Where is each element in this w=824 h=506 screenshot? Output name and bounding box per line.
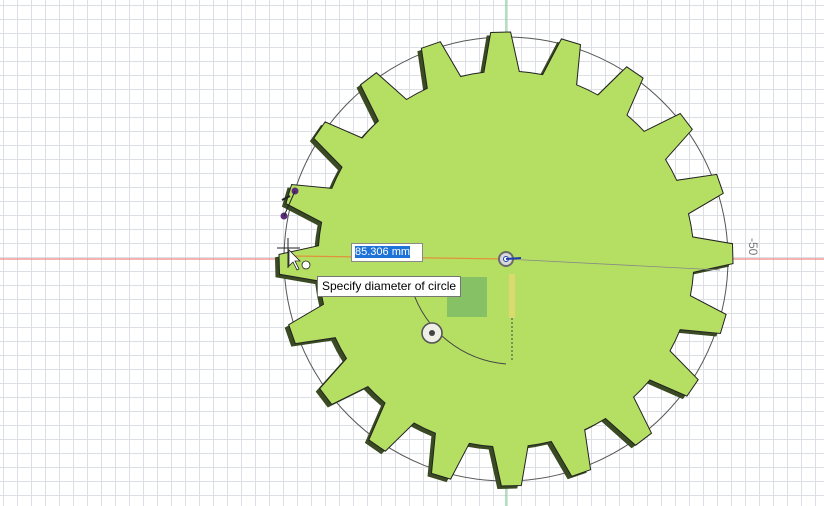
axis-tick-label: -50 (746, 238, 760, 256)
diameter-value: 85.306 mm (355, 246, 411, 258)
center-marker-dot (429, 330, 435, 336)
origin-direction-indicator (505, 257, 522, 260)
sketch-canvas[interactable]: 85.306 mm Specify diameter of circle -50 (0, 0, 824, 506)
tooltip-text: Specify diameter of circle (322, 279, 457, 293)
selected-constraint-bar (509, 274, 515, 318)
diameter-input-field[interactable]: 85.306 mm (351, 243, 423, 262)
tooltip: Specify diameter of circle (317, 276, 462, 297)
